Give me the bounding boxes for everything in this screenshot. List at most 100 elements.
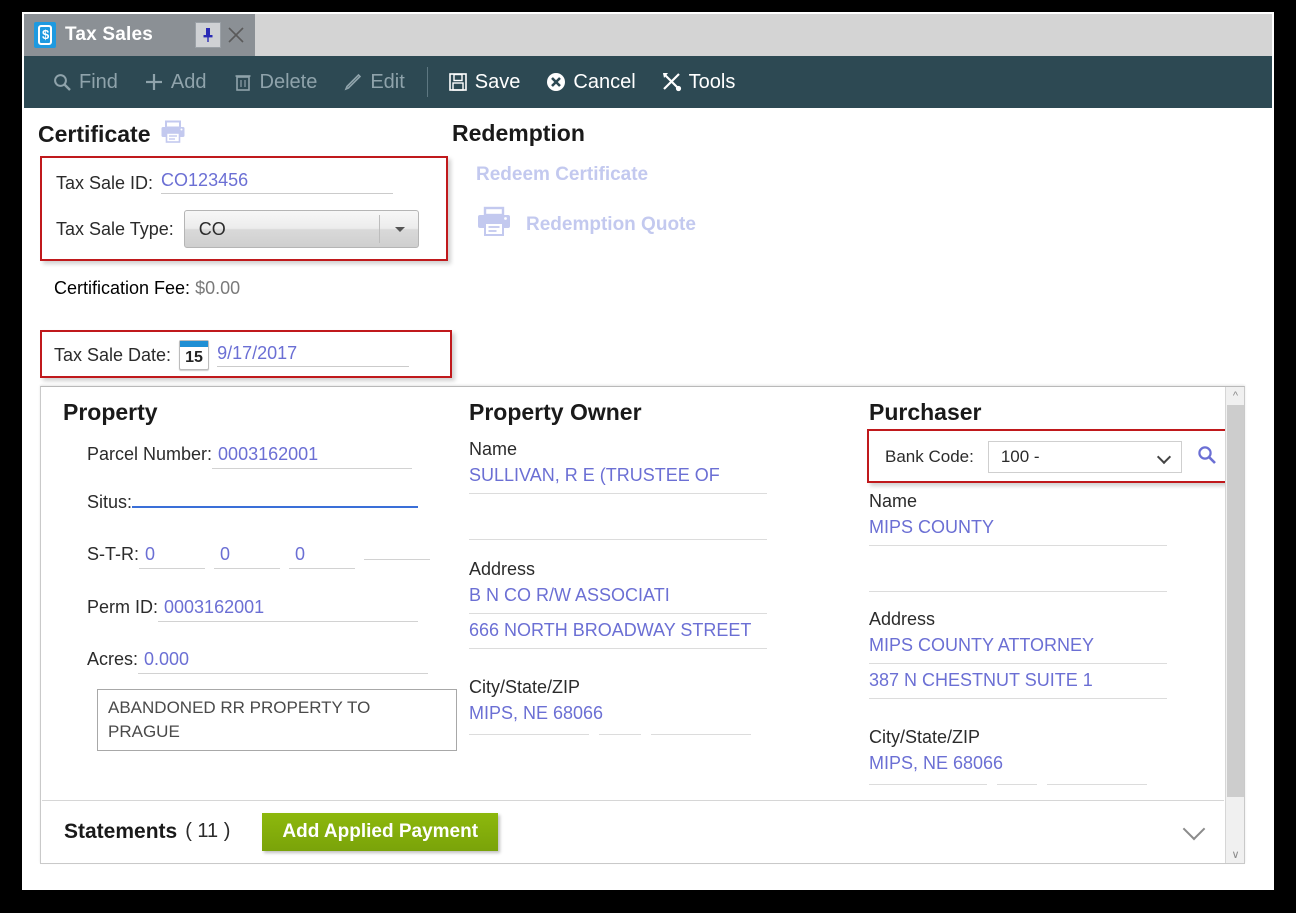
purchaser-name-group: Name MIPS COUNTY — [869, 491, 1167, 592]
tax-sale-date-label: Tax Sale Date: — [54, 344, 172, 365]
tax-sale-id-row: Tax Sale ID: CO123456 — [56, 170, 394, 194]
chevron-down-icon[interactable] — [1182, 817, 1206, 841]
tax-sale-id-input[interactable]: CO123456 — [161, 170, 394, 194]
bank-code-row: Bank Code: 100 - — [885, 441, 1218, 473]
purchaser-address-group: Address MIPS COUNTY ATTORNEY 387 N CHEST… — [869, 609, 1167, 699]
owner-name-caption: Name — [469, 439, 518, 459]
parcel-number-input[interactable]: 0003162001 — [212, 444, 413, 469]
tax-sale-date-row: Tax Sale Date: 15 9/17/2017 — [54, 340, 410, 370]
owner-citystatezip-caption: City/State/ZIP — [469, 677, 581, 697]
owner-name-line1-input[interactable]: SULLIVAN, R E (TRUSTEE OF — [469, 465, 767, 494]
purchaser-heading: Purchaser — [869, 399, 982, 425]
toolbar-find-button[interactable]: Find — [38, 56, 130, 108]
perm-id-row: Perm ID: 0003162001 — [87, 597, 419, 622]
owner-citystatezip-value[interactable]: MIPS, NE 68066 — [469, 703, 767, 731]
bank-code-select[interactable]: 100 - — [987, 441, 1182, 473]
vertical-scrollbar[interactable]: ^ ∨ — [1225, 387, 1244, 863]
toolbar-add-button[interactable]: Add — [130, 56, 219, 108]
toolbar-save-label: Save — [474, 70, 521, 93]
purchaser-name-line1-input[interactable]: MIPS COUNTY — [869, 517, 1167, 546]
toolbar-tools-button[interactable]: Tools — [648, 56, 748, 108]
perm-id-label: Perm ID: — [87, 597, 159, 617]
toolbar-cancel-button[interactable]: Cancel — [532, 56, 647, 108]
certification-fee-row: Certification Fee: $0.00 — [54, 278, 240, 299]
tax-sale-type-label: Tax Sale Type: — [56, 218, 174, 239]
toolbar-edit-label: Edit — [370, 70, 405, 93]
redeem-certificate-link[interactable]: Redeem Certificate — [476, 164, 648, 186]
owner-name-group: Name SULLIVAN, R E (TRUSTEE OF — [469, 439, 767, 540]
acres-input[interactable]: 0.000 — [138, 649, 429, 674]
purchaser-address-line1-input[interactable]: MIPS COUNTY ATTORNEY — [869, 635, 1167, 664]
toolbar-divider — [426, 67, 428, 97]
statements-label: Statements — [64, 819, 178, 843]
certificate-header: Certificate — [38, 120, 186, 149]
tab-strip: $ Tax Sales — [24, 14, 1272, 56]
purchaser-address-line2-input[interactable]: 387 N CHESTNUT SUITE 1 — [869, 670, 1167, 699]
perm-id-input[interactable]: 0003162001 — [158, 597, 419, 622]
purchaser-name-caption: Name — [869, 491, 918, 511]
acres-label: Acres: — [87, 649, 139, 669]
acres-row: Acres: 0.000 — [87, 649, 429, 674]
tab-title: Tax Sales — [65, 24, 154, 45]
tax-sale-type-select[interactable]: CO — [183, 210, 419, 248]
certificate-heading: Certificate — [38, 121, 151, 147]
form-body: Certificate Redemption Tax Sale ID: CO12… — [24, 108, 1272, 890]
close-icon[interactable] — [223, 22, 249, 48]
tax-sale-type-row: Tax Sale Type: CO — [56, 210, 419, 248]
owner-name-line2-input[interactable] — [469, 511, 767, 540]
owner-address-line2-input[interactable]: 666 NORTH BROADWAY STREET — [469, 620, 767, 649]
owner-address-group: Address B N CO R/W ASSOCIATI 666 NORTH B… — [469, 559, 767, 649]
calendar-day: 15 — [185, 349, 203, 366]
search-icon — [50, 70, 74, 94]
purchaser-citystatezip-group: City/State/ZIP MIPS, NE 68066 — [869, 727, 1167, 785]
details-panel-content: Property Property Owner Purchaser Parcel… — [41, 387, 1225, 863]
str-range-input[interactable]: 0 — [289, 544, 355, 569]
tax-sale-date-highlight: Tax Sale Date: 15 9/17/2017 — [40, 330, 452, 378]
purchaser-name-line2-input[interactable] — [869, 563, 1167, 592]
pin-icon[interactable] — [195, 22, 221, 48]
toolbar-delete-button[interactable]: Delete — [219, 56, 330, 108]
scroll-down-icon[interactable]: ∨ — [1226, 845, 1245, 863]
situs-row: Situs: — [87, 492, 419, 513]
owner-address-line1-input[interactable]: B N CO R/W ASSOCIATI — [469, 585, 767, 614]
owner-citystatezip-underlines — [469, 733, 751, 735]
str-township-input[interactable]: 0 — [214, 544, 280, 569]
property-description-textarea[interactable]: ABANDONED RR PROPERTY TO PRAGUE — [97, 689, 457, 751]
statements-count: ( 11 ) — [185, 820, 231, 842]
printer-icon[interactable] — [160, 120, 186, 149]
scrollbar-thumb[interactable] — [1227, 405, 1244, 797]
select-divider — [378, 215, 380, 243]
bank-code-label: Bank Code: — [885, 447, 974, 466]
calendar-icon[interactable]: 15 — [179, 340, 210, 370]
tax-sale-date-input[interactable]: 9/17/2017 — [217, 343, 410, 367]
str-section-input[interactable]: 0 — [139, 544, 205, 569]
certification-fee-label: Certification Fee: — [54, 278, 191, 298]
purchaser-citystatezip-underlines — [869, 783, 1147, 785]
toolbar-edit-button[interactable]: Edit — [329, 56, 416, 108]
plus-icon — [142, 70, 166, 94]
purchaser-citystatezip-caption: City/State/ZIP — [869, 727, 981, 747]
purchaser-citystatezip-value[interactable]: MIPS, NE 68066 — [869, 753, 1167, 781]
bank-code-search-button[interactable] — [1196, 444, 1218, 471]
toolbar-cancel-label: Cancel — [573, 70, 636, 93]
redemption-heading: Redemption — [452, 120, 585, 146]
tab-tax-sales[interactable]: $ Tax Sales — [24, 14, 255, 56]
toolbar-tools-label: Tools — [688, 70, 736, 93]
redemption-quote-link[interactable]: Redemption Quote — [476, 206, 696, 243]
redemption-quote-label: Redemption Quote — [526, 213, 696, 235]
details-panel: Property Property Owner Purchaser Parcel… — [40, 386, 1245, 864]
situs-input[interactable] — [132, 503, 419, 508]
parcel-number-row: Parcel Number: 0003162001 — [87, 444, 413, 469]
tax-tag-icon: $ — [34, 22, 56, 48]
scroll-up-icon[interactable]: ^ — [1226, 387, 1245, 405]
str-extra-input[interactable] — [364, 556, 430, 560]
property-owner-heading: Property Owner — [469, 399, 642, 425]
cancel-icon — [544, 70, 568, 94]
purchaser-address-caption: Address — [869, 609, 936, 629]
toolbar-save-button[interactable]: Save — [434, 56, 533, 108]
chevron-down-icon — [394, 227, 405, 232]
owner-address-caption: Address — [469, 559, 536, 579]
certification-fee-value: $0.00 — [195, 278, 241, 298]
certificate-fields-highlight: Tax Sale ID: CO123456 Tax Sale Type: CO — [40, 156, 448, 261]
add-applied-payment-button[interactable]: Add Applied Payment — [262, 812, 499, 851]
